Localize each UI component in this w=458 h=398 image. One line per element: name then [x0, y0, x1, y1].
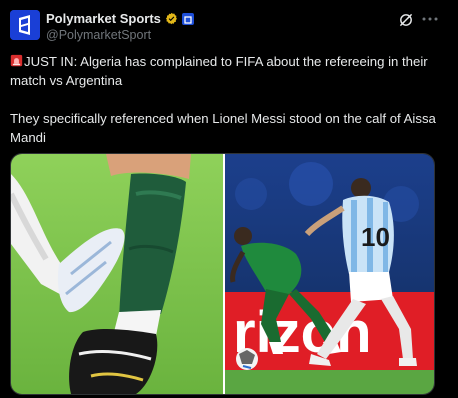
author-handle[interactable]: @PolymarketSport — [46, 28, 151, 42]
match-action-photo: rizon 10 — [225, 154, 434, 394]
polymarket-logo-icon — [10, 10, 40, 40]
author-display-name[interactable]: Polymarket Sports — [46, 11, 161, 26]
post-header: Polymarket Sports @PolymarketSport — [0, 0, 458, 50]
siren-emoji-icon — [10, 54, 23, 67]
post-media[interactable]: rizon 10 — [10, 153, 435, 395]
affiliate-badge-icon — [181, 12, 194, 25]
post[interactable]: Polymarket Sports @PolymarketSport JUST … — [0, 0, 458, 398]
close-up-soccer-cleats-photo — [11, 154, 223, 394]
more-options-icon[interactable] — [421, 10, 439, 28]
post-text-paragraph-1: JUST IN: Algeria has complained to FIFA … — [10, 52, 440, 90]
jersey-number: 10 — [361, 222, 390, 252]
media-collage: rizon 10 — [11, 154, 434, 394]
post-text: JUST IN: Algeria has complained to FIFA … — [10, 52, 440, 147]
author-name-row: Polymarket Sports — [46, 11, 194, 26]
gold-verified-badge-icon — [165, 12, 177, 25]
avatar[interactable] — [10, 10, 40, 40]
post-text-paragraph-2: They specifically referenced when Lionel… — [10, 111, 436, 145]
grok-icon[interactable] — [398, 12, 414, 28]
post-text-line-1: JUST IN: Algeria has complained to FIFA … — [10, 54, 428, 88]
